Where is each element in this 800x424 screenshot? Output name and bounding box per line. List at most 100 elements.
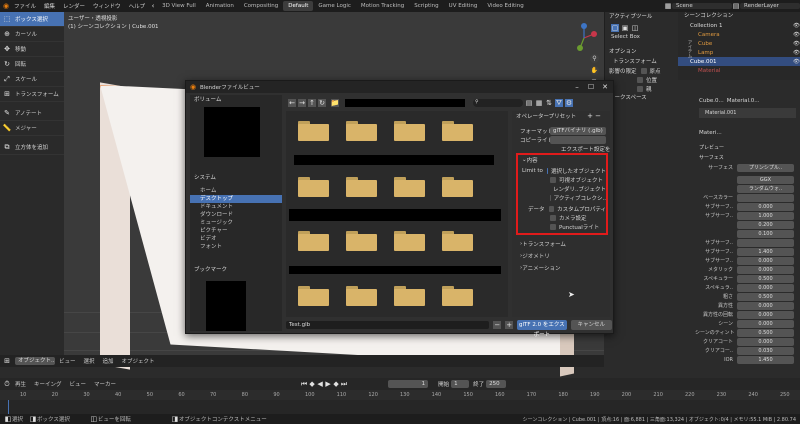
tab-scripting[interactable]: Scripting	[409, 1, 443, 11]
search-field[interactable]: ⚲	[473, 99, 523, 107]
folder-icon[interactable]	[442, 286, 473, 306]
object-name-field[interactable]: Cube.0...	[699, 98, 724, 104]
workspace-header[interactable]: ワークスペース	[605, 93, 678, 103]
timeline-editor-icon[interactable]: ⏱	[3, 380, 11, 388]
folder-icon[interactable]	[298, 231, 329, 251]
property-value[interactable]: 0.000	[737, 202, 794, 211]
tool-move[interactable]: ✥ 移動	[0, 42, 64, 57]
outliner-item[interactable]: Camera 👁	[678, 30, 800, 39]
tool-add-cube[interactable]: ⧉ 立方体を追加	[0, 140, 64, 155]
tool-select-box[interactable]: ⬚ ボックス選択	[0, 12, 64, 27]
timeline-menu-view[interactable]: ビュー	[66, 380, 91, 388]
property-value[interactable]: 0.500	[737, 292, 794, 301]
folder-icon[interactable]	[346, 286, 377, 306]
tab-3d-view-full[interactable]: 3D View Full	[157, 1, 201, 11]
scene-selector[interactable]: Scene	[672, 3, 732, 9]
system-item-pictures[interactable]: ピクチャー	[190, 227, 282, 235]
tab-video-editing[interactable]: Video Editing	[482, 1, 528, 11]
property-value[interactable]: 0.000	[737, 301, 794, 310]
timeline-ruler[interactable]: 10 20 30 40 50 60 70 80 90 100 110 120 130 140 150 160 1…	[0, 390, 800, 400]
property-value[interactable]: 0.000	[737, 319, 794, 328]
menu-help[interactable]: ヘルプ	[125, 2, 150, 10]
outliner-item-selected[interactable]: Cube.001 👁	[678, 57, 800, 66]
display-mode-icon[interactable]: ▤	[525, 99, 533, 107]
cameras-checkbox[interactable]	[550, 214, 556, 221]
back-icon[interactable]: ←	[288, 99, 296, 107]
visibility-icon[interactable]: 👁	[793, 32, 800, 38]
tool-scale[interactable]: ⤢ スケール	[0, 72, 64, 87]
visible-objects-checkbox[interactable]	[550, 176, 556, 183]
menu-render[interactable]: レンダー	[59, 2, 89, 10]
menu-file[interactable]: ファイル	[10, 2, 40, 10]
decrement-icon[interactable]: −	[493, 321, 502, 329]
menu-edit[interactable]: 編集	[40, 2, 59, 10]
folder-icon[interactable]	[442, 121, 473, 141]
end-frame-field[interactable]: 250	[486, 380, 507, 388]
pan-icon[interactable]: ✋	[590, 66, 599, 75]
format-dropdown[interactable]: glTFバイナリ (.glb)	[550, 126, 606, 135]
jump-end-icon[interactable]: ⏭	[340, 380, 348, 388]
navigation-gizmo[interactable]	[568, 22, 600, 54]
playhead[interactable]	[8, 400, 9, 414]
active-collection-checkbox[interactable]	[550, 194, 551, 201]
tool-annotate[interactable]: ✎ アノテート	[0, 106, 64, 121]
tab-uv-editing[interactable]: UV Editing	[444, 1, 483, 11]
folder-icon[interactable]	[346, 177, 377, 197]
menu-select[interactable]: 選択	[80, 357, 99, 365]
play-reverse-icon[interactable]: ◀	[316, 380, 324, 388]
system-item-desktop[interactable]: デスクトップ	[190, 195, 282, 203]
thumbnail-mode-icon[interactable]: ▦	[535, 99, 543, 107]
folder-icon[interactable]	[298, 177, 329, 197]
property-value[interactable]: 0.500	[737, 328, 794, 337]
tool-measure[interactable]: 📏 メジャー	[0, 121, 64, 136]
workspace-prev-icon[interactable]: ‹	[149, 2, 157, 10]
property-value[interactable]: 1.000	[737, 211, 794, 220]
surface-shader-value[interactable]: プリンシプル..	[737, 163, 794, 172]
tool-cursor[interactable]: ⊕ カーソル	[0, 27, 64, 42]
timeline-menu-playback[interactable]: 再生	[11, 380, 30, 388]
increment-icon[interactable]: +	[505, 321, 514, 329]
property-value[interactable]: 0.000	[737, 283, 794, 292]
select-mode-icon[interactable]: ▢	[611, 24, 619, 32]
timeline-menu-marker[interactable]: マーカー	[90, 380, 120, 388]
property-value[interactable]: 0.100	[737, 229, 794, 238]
preview-header[interactable]: プレビュー	[695, 143, 800, 153]
property-value[interactable]: 0.200	[737, 220, 794, 229]
visibility-icon[interactable]: 👁	[793, 59, 800, 65]
include-title[interactable]: 内容	[527, 156, 538, 164]
remove-preset-icon[interactable]: −	[594, 112, 602, 120]
tab-animation[interactable]: Animation	[201, 1, 239, 11]
system-item-home[interactable]: ホーム	[190, 187, 282, 195]
system-header[interactable]: システム	[190, 173, 216, 183]
blender-logo-icon[interactable]: ◉	[2, 2, 10, 10]
transform-subheader[interactable]: トランスフォーム	[605, 57, 678, 66]
parent-dir-icon[interactable]: ↑	[308, 99, 316, 107]
prev-key-icon[interactable]: ◆	[308, 380, 316, 388]
outliner-item[interactable]: Cube 👁	[678, 39, 800, 48]
surface-header[interactable]: サーフェス	[695, 153, 800, 163]
tool-transform[interactable]: ⊞ トランスフォーム	[0, 87, 64, 102]
parent-checkbox[interactable]	[637, 85, 643, 92]
close-icon[interactable]: ✕	[601, 83, 609, 91]
tab-default[interactable]: Default	[283, 1, 314, 11]
tab-motion-tracking[interactable]: Motion Tracking	[356, 1, 409, 11]
material-short-field[interactable]: Materi...	[699, 130, 722, 136]
geometry-section[interactable]: ジオメトリ	[522, 252, 550, 260]
property-value[interactable]: 0.000	[737, 310, 794, 319]
bookmarks-header[interactable]: ブックマーク	[190, 265, 227, 275]
editor-type-icon[interactable]: ⊞	[3, 357, 11, 365]
next-key-icon[interactable]: ◆	[332, 380, 340, 388]
outliner-item[interactable]: Lamp 👁	[678, 48, 800, 57]
animation-section[interactable]: アニメーション	[522, 264, 560, 272]
distribution-value[interactable]: GGX	[737, 175, 794, 184]
forward-icon[interactable]: →	[298, 99, 306, 107]
sort-icon[interactable]: ⇅	[545, 99, 553, 107]
render-layer-selector[interactable]: RenderLayer	[740, 3, 800, 9]
tool-rotate[interactable]: ↻ 回転	[0, 57, 64, 72]
menu-window[interactable]: ウィンドウ	[89, 2, 125, 10]
mode-dropdown[interactable]: オブジェクト..	[15, 357, 55, 365]
play-icon[interactable]: ▶	[324, 380, 332, 388]
material-slot[interactable]: Material.001	[699, 108, 796, 118]
origin-checkbox[interactable]	[640, 67, 647, 74]
options-header[interactable]: オプション	[605, 47, 678, 57]
